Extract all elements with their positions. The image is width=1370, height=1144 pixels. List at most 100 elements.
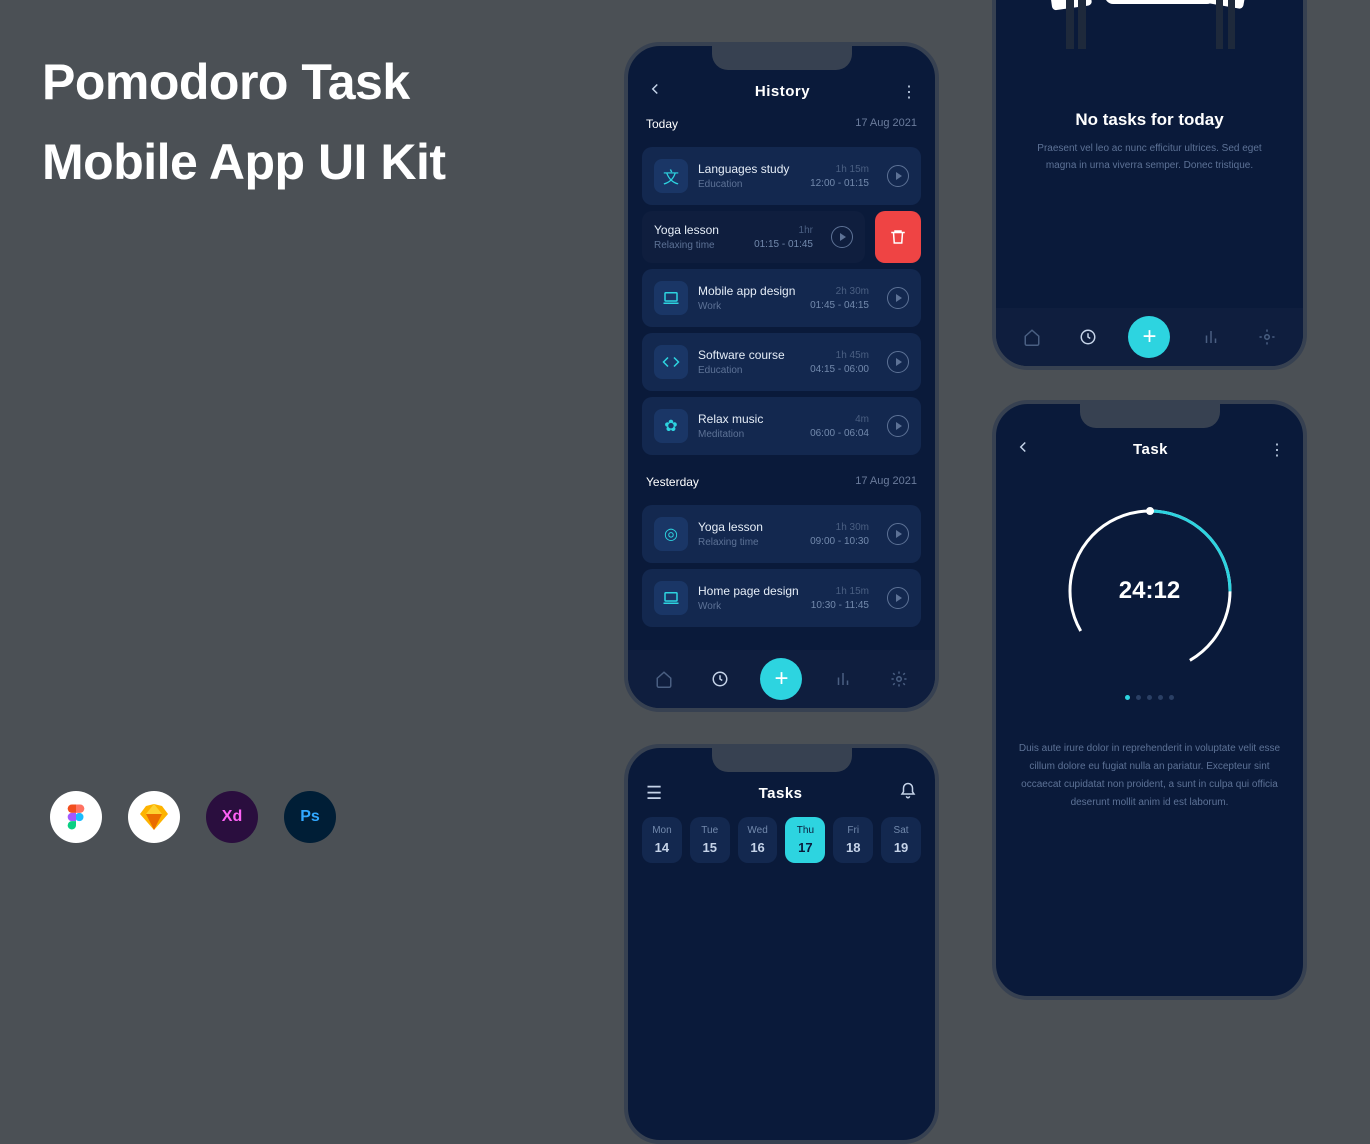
language-icon: 文 <box>654 159 688 193</box>
nav-home-icon[interactable] <box>649 664 679 694</box>
nav-clock-icon[interactable] <box>1073 322 1103 352</box>
task-time: 12:00 - 01:15 <box>810 178 869 189</box>
task-row[interactable]: ✿ Relax music Meditation 4m 06:00 - 06:04 <box>642 397 921 455</box>
back-icon[interactable] <box>646 80 664 103</box>
lotus-icon: ✿ <box>654 409 688 443</box>
nav-home-icon[interactable] <box>1017 322 1047 352</box>
code-icon <box>654 345 688 379</box>
bell-icon[interactable] <box>899 782 917 805</box>
calendar-day[interactable]: Sat19 <box>881 817 921 863</box>
calendar-row: Mon14 Tue15 Wed16 Thu17 Fri18 Sat19 <box>628 805 935 875</box>
task-name: Software course <box>698 348 800 362</box>
play-icon[interactable] <box>887 587 909 609</box>
nav-clock-icon[interactable] <box>705 664 735 694</box>
task-time: 01:45 - 04:15 <box>810 300 869 311</box>
task-time: 09:00 - 10:30 <box>810 536 869 547</box>
play-icon[interactable] <box>887 415 909 437</box>
play-icon[interactable] <box>887 523 909 545</box>
add-button[interactable]: + <box>760 658 802 700</box>
task-name: Yoga lesson <box>654 223 744 237</box>
back-icon[interactable] <box>1014 438 1032 461</box>
delete-button[interactable] <box>875 211 921 263</box>
task-name: Relax music <box>698 412 800 426</box>
laptop-icon <box>654 281 688 315</box>
task-time: 01:15 - 01:45 <box>754 239 813 250</box>
bottom-nav: + <box>628 650 935 708</box>
task-row-swiped[interactable]: Yoga lesson Relaxing time 1hr 01:15 - 01:4… <box>642 211 865 263</box>
play-icon[interactable] <box>887 287 909 309</box>
header-title: Tasks <box>759 785 803 802</box>
dot <box>1147 695 1152 700</box>
phone-notch <box>712 748 852 772</box>
title-line-1: Pomodoro Task <box>42 42 446 122</box>
play-icon[interactable] <box>887 351 909 373</box>
task-name: Home page design <box>698 584 801 598</box>
phone-timer: Task ⋮ 24:12 Duis aute irure dolor in re… <box>992 400 1307 1000</box>
section-date: 17 Aug 2021 <box>855 475 917 489</box>
photoshop-icon: Ps <box>284 791 336 843</box>
task-duration: 1h 45m <box>810 350 869 361</box>
dot-active <box>1125 695 1130 700</box>
title-line-2: Mobile App UI Kit <box>42 122 446 202</box>
timer-ring: 24:12 <box>1060 501 1240 681</box>
header-title: History <box>755 83 810 100</box>
illustration <box>996 0 1303 104</box>
task-row[interactable]: Software course Education 1h 45m 04:15 - 0… <box>642 333 921 391</box>
no-tasks-desc: Praesent vel leo ac nunc efficitur ultri… <box>996 130 1303 184</box>
calendar-day[interactable]: Wed16 <box>738 817 778 863</box>
task-category: Work <box>698 601 801 612</box>
task-category: Relaxing time <box>654 240 744 251</box>
bottom-nav: + <box>996 308 1303 366</box>
phone-notch <box>712 46 852 70</box>
laptop-icon <box>654 581 688 615</box>
more-icon[interactable]: ⋮ <box>1269 440 1285 460</box>
task-duration: 4m <box>810 414 869 425</box>
task-duration: 2h 30m <box>810 286 869 297</box>
nav-stats-icon[interactable] <box>828 664 858 694</box>
task-duration: 1h 15m <box>810 164 869 175</box>
task-row[interactable]: Home page design Work 1h 15m 10:30 - 11:45 <box>642 569 921 627</box>
dot <box>1136 695 1141 700</box>
task-duration: 1hr <box>754 225 813 236</box>
task-name: Languages study <box>698 162 800 176</box>
task-category: Work <box>698 301 800 312</box>
yoga-icon: ◎ <box>654 517 688 551</box>
sketch-icon <box>128 791 180 843</box>
calendar-day[interactable]: Fri18 <box>833 817 873 863</box>
phone-history: History ⋮ Today 17 Aug 2021 文 Languages … <box>624 42 939 712</box>
xd-icon: Xd <box>206 791 258 843</box>
section-label: Today <box>646 117 678 131</box>
dot <box>1158 695 1163 700</box>
section-date: 17 Aug 2021 <box>855 117 917 131</box>
nav-settings-icon[interactable] <box>884 664 914 694</box>
menu-icon[interactable]: ☰ <box>646 783 662 804</box>
add-button[interactable]: + <box>1128 316 1170 358</box>
task-category: Education <box>698 365 800 376</box>
phone-notch <box>1080 404 1220 428</box>
task-name: Yoga lesson <box>698 520 800 534</box>
more-icon[interactable]: ⋮ <box>901 82 917 102</box>
play-icon[interactable] <box>831 226 853 248</box>
task-time: 06:00 - 06:04 <box>810 428 869 439</box>
task-time: 10:30 - 11:45 <box>811 600 869 611</box>
task-row[interactable]: Mobile app designWork 2h 30m01:45 - 04:1… <box>642 269 921 327</box>
play-icon[interactable] <box>887 165 909 187</box>
calendar-day[interactable]: Tue15 <box>690 817 730 863</box>
task-row[interactable]: 文 Languages study Education 1h 15m 12:00 -… <box>642 147 921 205</box>
task-row[interactable]: ◎ Yoga lessonRelaxing time 1h 30m09:00 -… <box>642 505 921 563</box>
task-category: Education <box>698 179 800 190</box>
task-category: Meditation <box>698 429 800 440</box>
tool-badges: Xd Ps <box>50 791 336 843</box>
task-time: 04:15 - 06:00 <box>810 364 869 375</box>
no-tasks-title: No tasks for today <box>996 110 1303 130</box>
calendar-day[interactable]: Mon14 <box>642 817 682 863</box>
task-duration: 1h 30m <box>810 522 869 533</box>
nav-settings-icon[interactable] <box>1252 322 1282 352</box>
calendar-day-active[interactable]: Thu17 <box>785 817 825 863</box>
figma-icon <box>50 791 102 843</box>
timer-desc: Duis aute irure dolor in reprehenderit i… <box>996 700 1303 852</box>
task-duration: 1h 15m <box>811 586 869 597</box>
nav-stats-icon[interactable] <box>1196 322 1226 352</box>
header-title: Task <box>1133 441 1168 458</box>
phone-no-tasks: No tasks for today Praesent vel leo ac n… <box>992 0 1307 370</box>
